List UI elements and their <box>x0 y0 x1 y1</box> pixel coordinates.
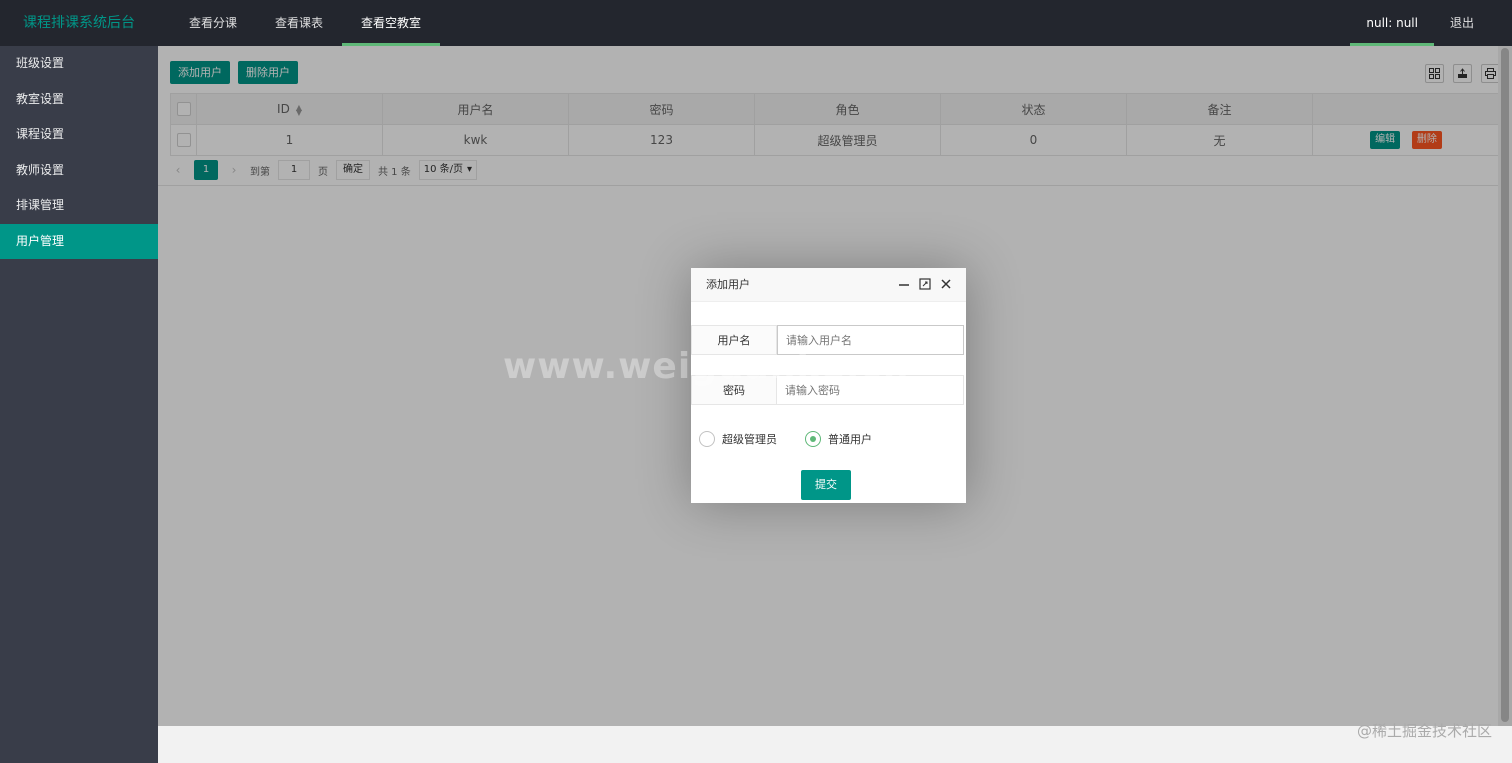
top-nav-right: null: null 退出 <box>1350 0 1490 46</box>
role-super-admin-label: 超级管理员 <box>722 433 777 446</box>
top-header: 课程排课系统后台 查看分课 查看课表 查看空教室 null: null 退出 <box>0 0 1512 46</box>
close-icon[interactable] <box>940 278 952 294</box>
sidebar: 班级设置 教室设置 课程设置 教师设置 排课管理 用户管理 <box>0 46 158 763</box>
nav-view-empty-rooms[interactable]: 查看空教室 <box>342 0 441 46</box>
radio-checked-icon <box>805 431 821 447</box>
app-logo: 课程排课系统后台 <box>23 15 135 31</box>
sidebar-item-class-settings[interactable]: 班级设置 <box>0 46 158 82</box>
radio-unchecked-icon <box>699 431 715 447</box>
dialog-controls <box>898 278 952 294</box>
minimize-icon[interactable] <box>898 278 910 294</box>
sidebar-item-course-settings[interactable]: 课程设置 <box>0 117 158 153</box>
submit-button[interactable]: 提交 <box>801 470 851 500</box>
role-radio-group: 超级管理员 普通用户 <box>699 431 900 447</box>
site-watermark: www.weiguanke.cn <box>503 346 910 387</box>
sidebar-item-classroom-settings[interactable]: 教室设置 <box>0 82 158 118</box>
nav-view-schedule[interactable]: 查看课表 <box>256 0 342 46</box>
role-super-admin[interactable]: 超级管理员 <box>699 431 777 447</box>
sidebar-item-teacher-settings[interactable]: 教师设置 <box>0 153 158 189</box>
role-normal-user-label: 普通用户 <box>828 433 872 446</box>
nav-view-class-split[interactable]: 查看分课 <box>170 0 256 46</box>
top-nav: 查看分课 查看课表 查看空教室 <box>170 0 441 46</box>
maximize-icon[interactable] <box>919 278 931 294</box>
sidebar-item-scheduling[interactable]: 排课管理 <box>0 188 158 224</box>
logout-link[interactable]: 退出 <box>1434 0 1490 46</box>
role-normal-user[interactable]: 普通用户 <box>805 431 872 447</box>
sidebar-item-user-management[interactable]: 用户管理 <box>0 223 158 259</box>
user-menu[interactable]: null: null <box>1350 0 1434 46</box>
corner-watermark: @稀土掘金技术社区 <box>1356 722 1492 740</box>
